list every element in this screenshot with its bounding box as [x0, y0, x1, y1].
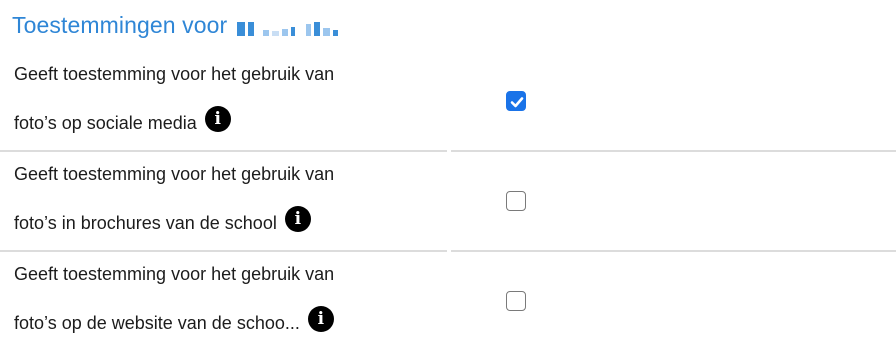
permission-label-text: foto’s in brochures van de school	[14, 212, 277, 233]
permission-label-text: foto’s op sociale media	[14, 112, 197, 133]
redacted-name	[237, 18, 339, 36]
checkmark-icon	[510, 97, 524, 108]
social-media-checkbox[interactable]	[506, 91, 526, 111]
info-icon[interactable]: i	[307, 306, 334, 332]
permission-label-line2: foto’s op de website van de schoo... i	[14, 306, 334, 336]
info-icon[interactable]: i	[284, 206, 311, 232]
page-title: Toestemmingen voor	[12, 4, 339, 46]
permission-label-text: foto’s op de website van de schoo...	[14, 312, 300, 333]
page-title-text: Toestemmingen voor	[12, 11, 228, 38]
permission-row-social-media: Geeft toestemming voor het gebruik van f…	[0, 52, 896, 152]
permission-label-line2: foto’s op sociale media i	[14, 106, 231, 136]
info-icon[interactable]: i	[204, 106, 231, 132]
permission-row-website: Geeft toestemming voor het gebruik van f…	[0, 252, 896, 352]
website-checkbox[interactable]	[506, 291, 526, 311]
permission-label-line2: foto’s in brochures van de school i	[14, 206, 311, 236]
permission-label-line1: Geeft toestemming voor het gebruik van	[14, 264, 335, 284]
permission-label-line1: Geeft toestemming voor het gebruik van	[14, 164, 335, 184]
permission-row-brochures: Geeft toestemming voor het gebruik van f…	[0, 152, 896, 252]
brochures-checkbox[interactable]	[506, 191, 526, 211]
permission-label-line1: Geeft toestemming voor het gebruik van	[14, 64, 335, 84]
